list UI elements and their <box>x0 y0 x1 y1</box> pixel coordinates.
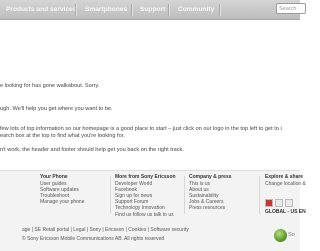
search-input[interactable]: Search <box>276 3 306 14</box>
sony-ericsson-logo <box>274 229 287 242</box>
footer-column-company: Company & press This is us About us Sust… <box>189 174 232 212</box>
footer-column-explore: Explore & share Change location & <box>265 174 306 187</box>
nav-products-and-services[interactable]: Products and services <box>6 6 76 13</box>
error-message-line: n't work, the header and footer should h… <box>0 147 184 153</box>
share-icons-row <box>265 199 295 207</box>
share-icon[interactable] <box>275 199 283 207</box>
footer-divider <box>110 176 111 214</box>
logo-text: So <box>288 232 295 238</box>
share-icon[interactable] <box>265 199 273 207</box>
nav-divider <box>75 4 77 16</box>
copyright-text: © Sony Ericsson Mobile Communications AB… <box>22 236 165 242</box>
nav-support[interactable]: Support <box>140 6 165 13</box>
footer-divider <box>184 176 185 214</box>
footer-heading: Company & press <box>189 174 232 180</box>
nav-divider <box>131 4 133 16</box>
error-message-line: e looking for has gone walkabout. Sorry. <box>0 83 100 89</box>
footer-heading: Your Phone <box>40 174 68 180</box>
region-selector[interactable]: GLOBAL - US EN <box>265 209 306 215</box>
footer-link[interactable]: Change location & <box>265 181 306 187</box>
error-message-line: ugh. We'll help you get where you want t… <box>0 106 113 112</box>
footer-heading: More from Sony Ericsson <box>115 174 176 180</box>
nav-divider <box>219 4 221 16</box>
nav-smartphones[interactable]: Smartphones <box>85 6 127 13</box>
footer-link[interactable]: Find us follow us talk to us <box>115 212 176 218</box>
top-navigation-bar: Products and services Smartphones Suppor… <box>0 0 306 20</box>
footer-link[interactable]: Manage your phone <box>40 199 84 205</box>
error-message-line: few lots of top information so our homep… <box>0 126 282 132</box>
footer-heading: Explore & share <box>265 174 304 180</box>
footer-divider <box>259 176 260 214</box>
error-message-line: earch box at the top to find what you're… <box>0 133 125 139</box>
footer-column-your-phone: Your Phone User guides Software updates … <box>40 174 84 205</box>
nav-divider <box>168 4 170 16</box>
footer-link[interactable]: Press resources <box>189 205 232 211</box>
nav-community[interactable]: Community <box>178 6 214 13</box>
footer-column-more-from: More from Sony Ericsson Developer World … <box>115 174 176 218</box>
footer-bottom-links[interactable]: age | SE Retail portal | Legal | Sony | … <box>22 227 189 233</box>
share-icon[interactable] <box>285 199 293 207</box>
